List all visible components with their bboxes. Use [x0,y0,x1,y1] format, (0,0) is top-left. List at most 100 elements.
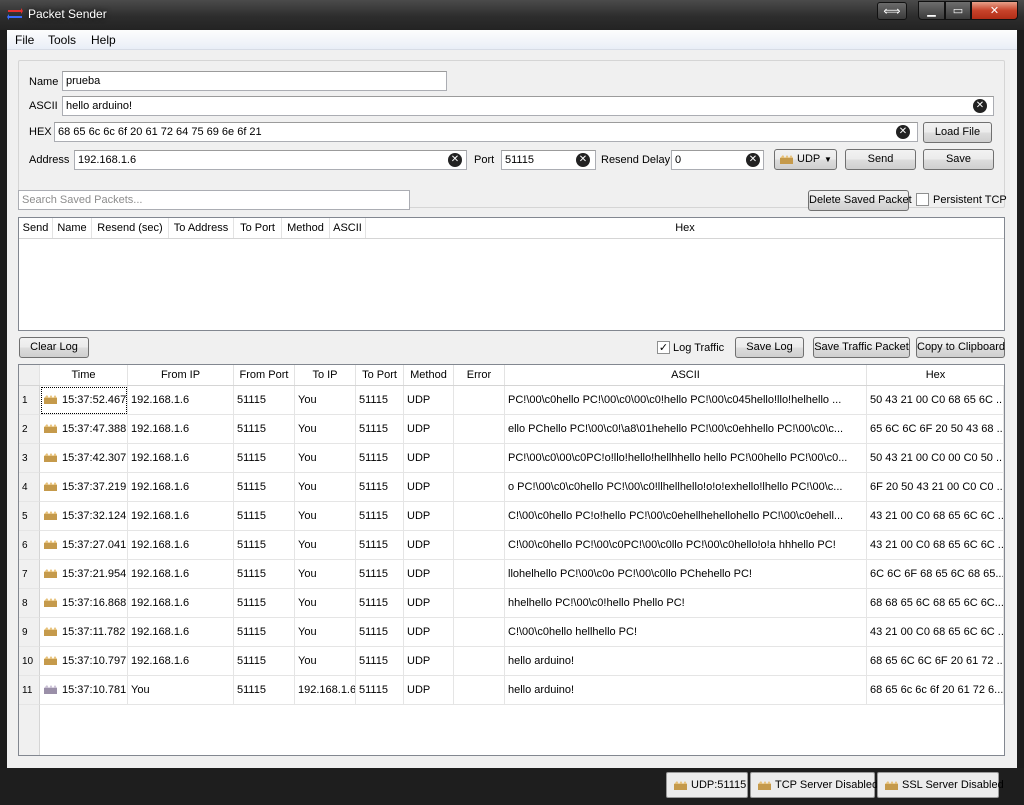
clear-port-icon[interactable]: ✕ [576,153,590,167]
search-saved-input[interactable]: Search Saved Packets... [18,190,410,210]
row-number[interactable]: 11 [19,676,40,705]
col-name[interactable]: Name [53,218,92,238]
packet-icon [758,781,771,790]
ssl-status[interactable]: SSL Server Disabled [877,772,1004,798]
cell-to-ip: 192.168.1.6 [295,676,356,705]
clear-log-button[interactable]: Clear Log [19,337,89,358]
udp-status[interactable]: UDP:51115 [666,772,748,798]
cell-to-port: 51115 [356,531,404,560]
row-number[interactable]: 7 [19,560,40,589]
cell-time: 15:37:37.219 [40,473,128,502]
tcp-status[interactable]: TCP Server Disabled [750,772,879,798]
row-number[interactable]: 1 [19,386,40,415]
table-row[interactable]: 7 15:37:21.954 192.168.1.6 51115 You 51115 UDP… [19,560,1004,589]
table-row[interactable]: 11 15:37:10.781 You 51115 192.168.1.6 51115 UD… [19,676,1004,705]
cell-from-ip: You [128,676,234,705]
address-field[interactable]: 192.168.1.6 [74,150,467,170]
log-traffic-checkbox[interactable]: ✓ [657,341,670,354]
traffic-log-table[interactable]: Time From IP From Port To IP To Port Met… [18,364,1005,756]
col-send[interactable]: Send [19,218,53,238]
col-to-port[interactable]: To Port [356,365,404,385]
cell-method: UDP [404,415,454,444]
received-packet-icon [44,395,57,404]
table-row[interactable]: 5 15:37:32.124 192.168.1.6 51115 You 51115 UDP… [19,502,1004,531]
save-button[interactable]: Save [923,149,994,170]
cell-error [454,676,505,705]
table-row[interactable]: 8 15:37:16.868 192.168.1.6 51115 You 51115 UDP… [19,589,1004,618]
menu-file[interactable]: File [15,33,34,47]
cell-from-port: 51115 [234,676,295,705]
udp-status-label: UDP:51115 [691,779,747,791]
send-button[interactable]: Send [845,149,916,170]
row-number[interactable]: 4 [19,473,40,502]
row-number[interactable]: 10 [19,647,40,676]
resize-arrows-button[interactable]: ⟺ [877,2,907,20]
address-label: Address [29,154,70,166]
col-to-address[interactable]: To Address [169,218,234,238]
col-method[interactable]: Method [282,218,330,238]
received-packet-icon [44,424,57,433]
col-error[interactable]: Error [454,365,505,385]
clear-address-icon[interactable]: ✕ [448,153,462,167]
cell-from-ip: 192.168.1.6 [128,415,234,444]
cell-ascii: PC!\00\c0\00\c0PC!o!llo!hello!hellhhello… [505,444,867,473]
load-file-button[interactable]: Load File [923,122,992,143]
resend-delay-label: Resend Delay [601,154,671,166]
col-hex[interactable]: Hex [867,365,1004,385]
col-from-port[interactable]: From Port [234,365,295,385]
row-number[interactable]: 5 [19,502,40,531]
cell-method: UDP [404,531,454,560]
cell-from-ip: 192.168.1.6 [128,502,234,531]
cell-from-ip: 192.168.1.6 [128,589,234,618]
ascii-field[interactable]: hello arduino! [62,96,994,116]
row-number[interactable]: 2 [19,415,40,444]
col-hex[interactable]: Hex [366,218,1004,238]
row-number[interactable]: 6 [19,531,40,560]
cell-time: 15:37:47.388 [40,415,128,444]
maximize-button[interactable]: ▭ [945,1,971,20]
clear-hex-icon[interactable]: ✕ [896,125,910,139]
col-to-ip[interactable]: To IP [295,365,356,385]
delete-saved-button[interactable]: Delete Saved Packet [808,190,912,211]
clear-ascii-icon[interactable]: ✕ [973,99,987,113]
row-number[interactable]: 3 [19,444,40,473]
cell-hex: 68 68 65 6C 68 65 6C 6C... [867,589,1004,618]
col-time[interactable]: Time [40,365,128,385]
col-to-port[interactable]: To Port [234,218,282,238]
method-select[interactable]: UDP ▼ [774,149,837,170]
cell-ascii: PC!\00\c0hello PC!\00\c0\00\c0!hello PC!… [505,386,867,415]
hex-field[interactable]: 68 65 6c 6c 6f 20 61 72 64 75 69 6e 6f 2… [54,122,918,142]
col-resend[interactable]: Resend (sec) [92,218,169,238]
menu-tools[interactable]: Tools [48,33,76,47]
menu-help[interactable]: Help [91,33,116,47]
save-traffic-packet-button[interactable]: Save Traffic Packet [813,337,910,358]
cell-error [454,589,505,618]
col-ascii[interactable]: ASCII [330,218,366,238]
cell-hex: 68 65 6C 6C 6F 20 61 72 ... [867,647,1004,676]
saved-packets-table[interactable]: Send Name Resend (sec) To Address To Por… [18,217,1005,331]
col-from-ip[interactable]: From IP [128,365,234,385]
row-number[interactable]: 8 [19,589,40,618]
cell-time: 15:37:32.124 [40,502,128,531]
table-row[interactable]: 6 15:37:27.041 192.168.1.6 51115 You 51115 UDP… [19,531,1004,560]
name-field[interactable]: prueba [62,71,447,91]
minimize-button[interactable]: ▁ [918,1,945,20]
cell-from-ip: 192.168.1.6 [128,560,234,589]
clear-resend-icon[interactable]: ✕ [746,153,760,167]
table-row[interactable]: 2 15:37:47.388 192.168.1.6 51115 You 51115 UDP… [19,415,1004,444]
save-log-button[interactable]: Save Log [735,337,804,358]
table-row[interactable]: 4 15:37:37.219 192.168.1.6 51115 You 51115 UDP… [19,473,1004,502]
row-number[interactable]: 9 [19,618,40,647]
tcp-status-label: TCP Server Disabled [775,779,879,791]
col-method[interactable]: Method [404,365,454,385]
table-row[interactable]: 10 15:37:10.797 192.168.1.6 51115 You 51115 UD… [19,647,1004,676]
table-row[interactable]: 1 15:37:52.467 192.168.1.6 51115 You 51115 UDP… [19,386,1004,415]
close-button[interactable]: ✕ [971,1,1018,20]
table-row[interactable]: 3 15:37:42.307 192.168.1.6 51115 You 51115 UDP… [19,444,1004,473]
copy-clipboard-button[interactable]: Copy to Clipboard [916,337,1005,358]
persistent-tcp-checkbox[interactable] [916,193,929,206]
table-row[interactable]: 9 15:37:11.782 192.168.1.6 51115 You 51115 UDP… [19,618,1004,647]
cell-to-ip: You [295,560,356,589]
col-ascii[interactable]: ASCII [505,365,867,385]
cell-hex: 6C 6C 6F 68 65 6C 68 65... [867,560,1004,589]
